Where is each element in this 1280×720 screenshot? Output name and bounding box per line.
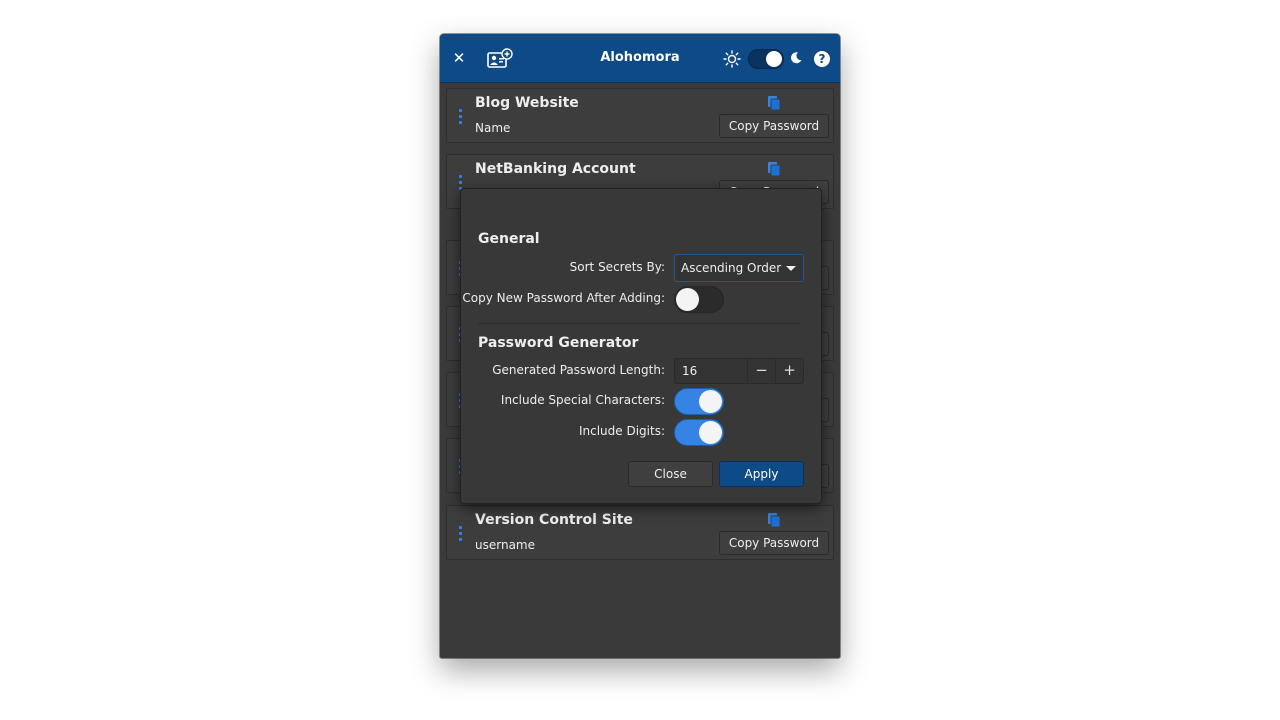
secret-name: NetBanking Account — [475, 161, 636, 177]
sort-dropdown-value: Ascending Order — [681, 261, 782, 275]
generator-section-title: Password Generator — [478, 335, 639, 351]
secret-username: username — [475, 538, 535, 552]
drag-handle-icon[interactable] — [459, 526, 463, 542]
drag-handle-icon[interactable] — [459, 109, 463, 125]
toggle-knob — [766, 51, 782, 67]
secret-row: Blog Website Name Copy Password — [446, 88, 834, 143]
headerbar: ✕ Alohomora ? — [440, 34, 840, 83]
digits-switch[interactable] — [674, 419, 724, 446]
sun-icon — [723, 50, 741, 68]
increment-button[interactable]: + — [775, 359, 803, 383]
secret-row: Version Control Site username Copy Passw… — [446, 505, 834, 560]
special-characters-label: Include Special Characters: — [500, 393, 665, 407]
decrement-button[interactable]: − — [747, 359, 775, 383]
sort-dropdown[interactable]: Ascending Order — [674, 254, 804, 282]
preferences-dialog: General Sort Secrets By: Ascending Order… — [460, 188, 822, 504]
special-characters-switch[interactable] — [674, 388, 724, 415]
copy-new-password-label: Copy New Password After Adding: — [462, 291, 665, 305]
switch-knob — [699, 421, 722, 444]
dark-mode-toggle[interactable] — [748, 49, 784, 69]
copy-icon[interactable] — [767, 161, 781, 177]
password-length-spinner[interactable]: 16 − + — [674, 358, 804, 384]
help-icon[interactable]: ? — [814, 51, 830, 67]
apply-button[interactable]: Apply — [719, 461, 804, 487]
copy-new-password-switch[interactable] — [674, 286, 724, 313]
secret-name: Blog Website — [475, 95, 579, 111]
secret-name: Version Control Site — [475, 512, 633, 528]
secret-username: Name — [475, 121, 511, 135]
password-length-label: Generated Password Length: — [492, 363, 665, 377]
chevron-down-icon — [786, 266, 796, 271]
moon-icon — [790, 52, 802, 64]
close-button[interactable]: Close — [628, 461, 713, 487]
switch-knob — [699, 390, 722, 413]
copy-password-button[interactable]: Copy Password — [719, 114, 829, 138]
copy-icon[interactable] — [767, 95, 781, 111]
general-section-title: General — [478, 231, 540, 247]
switch-knob — [676, 288, 699, 311]
copy-password-button[interactable]: Copy Password — [719, 531, 829, 555]
digits-label: Include Digits: — [578, 424, 665, 438]
password-length-value[interactable]: 16 — [682, 364, 697, 378]
sort-label: Sort Secrets By: — [569, 260, 665, 274]
copy-icon[interactable] — [767, 512, 781, 528]
section-divider — [478, 323, 800, 324]
